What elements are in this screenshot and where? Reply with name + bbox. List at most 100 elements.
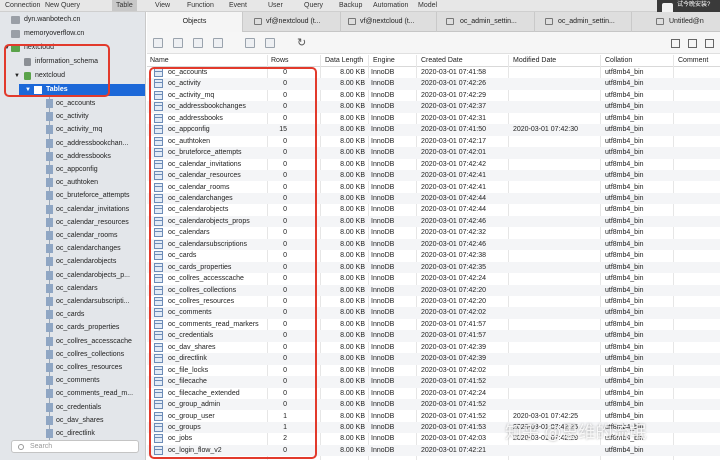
grid-view-icon[interactable] [671,39,680,48]
table-icon [46,165,53,174]
col-created-date[interactable]: Created Date [421,57,463,64]
sidebar-table-item[interactable]: oc_credentials [0,402,145,414]
delete-table-icon[interactable] [213,38,223,48]
sidebar-table-item[interactable]: oc_addressbookchan... [0,138,145,150]
toolbar-connection[interactable]: Connection [5,2,40,9]
cell-collation: utf8mb4_bin [605,401,644,409]
cell-data-length: 8.00 KB [340,229,365,237]
sidebar-table-item[interactable]: oc_collres_collections [0,349,145,361]
sidebar-table-item[interactable]: oc_calendar_rooms [0,230,145,242]
cell-created-date: 2020-03-01 07:42:02 [421,309,486,317]
sidebar-table-item[interactable]: oc_calendars [0,283,145,295]
cell-engine: InnoDB [371,412,395,420]
sidebar-table-item[interactable]: oc_cards_properties [0,322,145,334]
table-icon [446,18,454,25]
table-icon [46,217,53,227]
sidebar-table-item[interactable]: oc_authtoken [0,177,145,189]
sidebar-table-item[interactable]: oc_calendarchanges [0,243,145,255]
table-icon [46,191,53,201]
tab-query[interactable]: vf@nextcloud (t... [243,12,341,32]
sidebar-table-item[interactable]: oc_cards [0,309,145,321]
sidebar-table-item[interactable]: oc_comments_read_m... [0,388,145,400]
sidebar-table-item[interactable]: oc_addressbooks [0,151,145,163]
col-comment[interactable]: Comment [678,57,708,64]
cell-collation: utf8mb4_bin [605,91,644,99]
cell-collation: utf8mb4_bin [605,114,644,122]
sidebar-table-label: oc_credentials [56,403,102,411]
col-collation[interactable]: Collation [605,57,632,64]
cell-collation: utf8mb4_bin [605,160,644,168]
table-icon [46,336,53,346]
sidebar-table-item[interactable]: oc_comments [0,375,145,387]
sidebar-table-item[interactable]: oc_directlink [0,428,145,440]
cell-data-length: 8.00 KB [340,320,365,328]
cell-created-date: 2020-03-01 07:41:50 [421,126,486,134]
cell-created-date: 2020-03-01 07:42:42 [421,160,486,168]
sidebar-table-label: oc_calendar_rooms [56,232,118,239]
cell-engine: InnoDB [371,217,395,225]
sidebar-table-label: oc_addressbookchan... [56,139,129,147]
sidebar-search-input[interactable]: Search [11,440,139,453]
toolbar-event[interactable]: Event [229,2,247,9]
col-engine[interactable]: Engine [373,57,395,64]
import-icon[interactable] [245,38,255,48]
toolbar-user[interactable]: User [268,2,283,9]
cell-created-date: 2020-03-01 07:42:32 [421,229,486,237]
sidebar-table-item[interactable]: oc_appconfig [0,164,145,176]
cell-created-date: 2020-03-01 07:42:24 [421,275,486,283]
sidebar-table-item[interactable]: oc_collres_resources [0,362,145,374]
cell-engine: InnoDB [371,298,395,305]
tab-table[interactable]: oc_admin_settin... [535,12,632,32]
sidebar-table-item[interactable]: oc_calendarobjects_p... [0,270,145,282]
toolbar-new-query[interactable]: New Query [45,2,80,9]
toolbar-automation[interactable]: Automation [373,2,408,9]
table-icon [46,204,53,214]
refresh-icon[interactable]: ↻ [297,36,306,49]
toolbar-view[interactable]: View [155,2,170,9]
sidebar-table-item[interactable]: oc_calendarsubscripti... [0,296,145,308]
sidebar-table-item[interactable]: oc_dav_shares [0,415,145,427]
cell-engine: InnoDB [371,240,395,248]
cell-engine: InnoDB [371,401,395,409]
toolbar-function[interactable]: Function [187,2,214,9]
toolbar-table[interactable]: Table [112,0,137,11]
open-table-icon[interactable] [153,38,163,48]
cell-data-length: 8.00 KB [340,389,365,397]
cell-engine: InnoDB [371,229,395,237]
tab-untitled[interactable]: Untitled@n [632,12,720,32]
sidebar-table-item[interactable]: oc_bruteforce_attempts [0,190,145,202]
cell-engine: InnoDB [371,126,395,134]
cell-created-date: 2020-03-01 07:42:20 [421,298,486,305]
col-data-length[interactable]: Data Length [325,57,363,64]
list-view-icon[interactable] [688,39,697,48]
design-table-icon[interactable] [173,38,183,48]
export-icon[interactable] [265,38,275,48]
sidebar-table-item[interactable]: oc_calendar_invitations [0,204,145,216]
cell-created-date: 2020-03-01 07:41:52 [421,401,486,409]
tab-query[interactable]: vf@nextcloud (t... [341,12,437,32]
col-modified-date[interactable]: Modified Date [513,57,556,64]
new-table-icon[interactable] [193,38,203,48]
toolbar-query[interactable]: Query [304,2,323,9]
sidebar-table-item[interactable]: oc_collres_accesscache [0,336,145,348]
toolbar-backup[interactable]: Backup [339,2,362,9]
table-icon [46,376,53,386]
cell-collation: utf8mb4_bin [605,275,644,283]
detail-view-icon[interactable] [705,39,714,48]
table-icon [46,231,53,240]
sidebar-table-item[interactable]: oc_calendarobjects [0,256,145,268]
col-name[interactable]: Name [150,57,169,64]
toolbar-model[interactable]: Model [418,2,437,9]
cell-engine: InnoDB [371,343,395,351]
tab-objects[interactable]: Objects [147,12,243,32]
sidebar-table-item[interactable]: oc_calendar_resources [0,217,145,229]
tab-table[interactable]: oc_admin_settin... [437,12,535,32]
cell-collation: utf8mb4_bin [605,355,644,363]
sidebar-table-item[interactable]: oc_activity_mq [0,124,145,136]
cell-data-length: 8.00 KB [340,423,365,431]
sidebar-table-item[interactable]: oc_accounts [0,98,145,110]
cell-data-length: 8.00 KB [340,160,365,168]
sidebar-table-item[interactable]: oc_activity [0,111,145,123]
cell-collation: utf8mb4_bin [605,183,644,191]
col-rows[interactable]: Rows [271,57,289,64]
